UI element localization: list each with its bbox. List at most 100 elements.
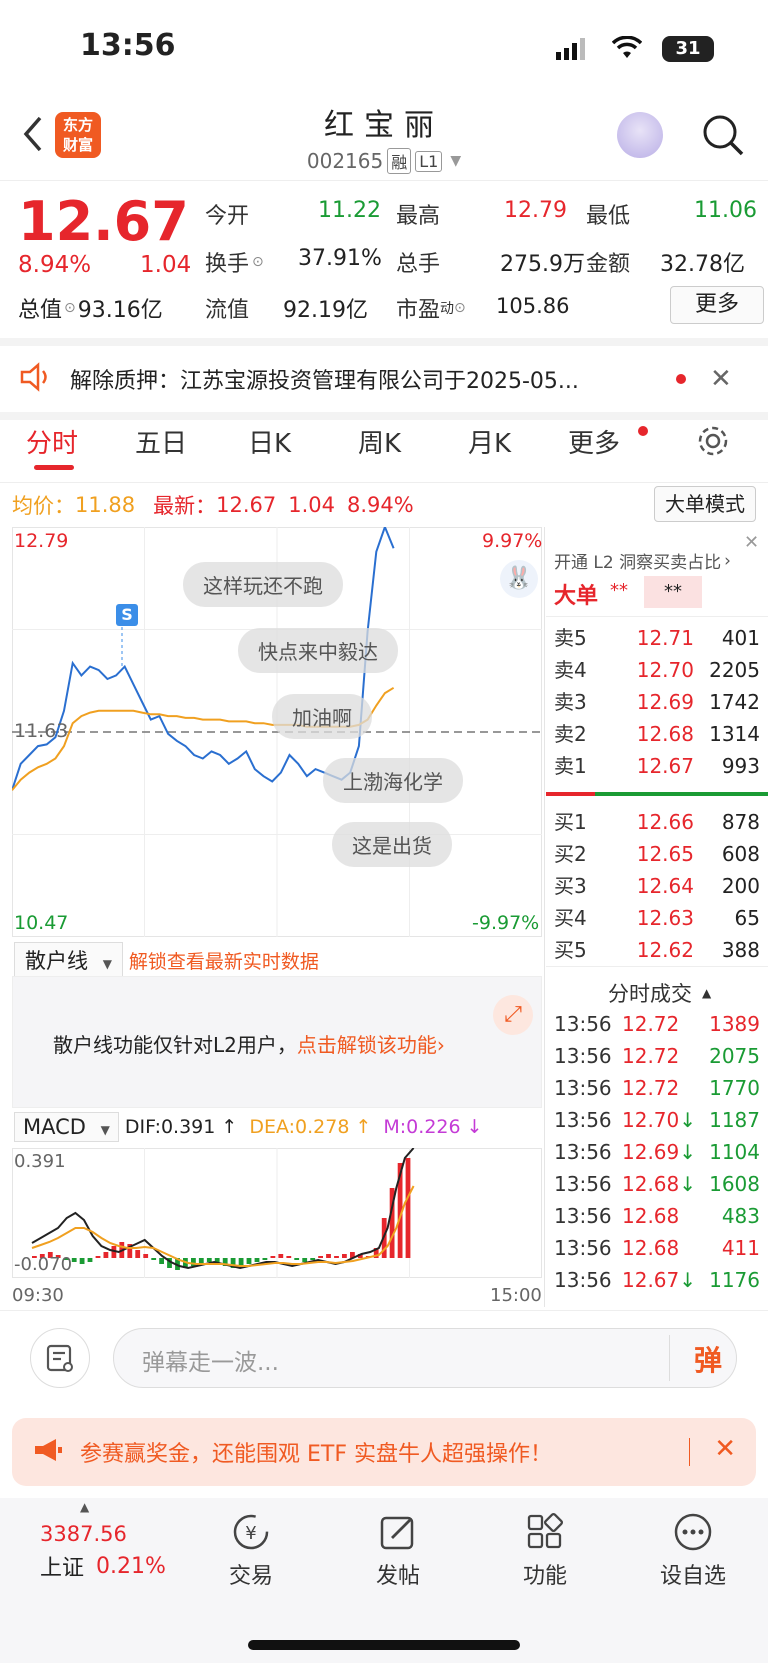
gear-icon: [698, 426, 728, 456]
amount-value: 32.78亿: [660, 252, 745, 277]
index-value: 3387.56: [40, 1522, 127, 1546]
macd-bottom-label: -0.070: [14, 1254, 73, 1275]
order-row: 卖2 12.68 1314: [554, 718, 760, 750]
retail-unlock-hint[interactable]: 解锁查看最新实时数据: [129, 947, 319, 974]
avg-value: 11.88: [75, 493, 136, 517]
tab-more[interactable]: 更多: [568, 423, 620, 460]
ticks-title-text: 分时成交: [608, 982, 692, 1006]
retail-line-panel[interactable]: 散户线功能仅针对L2用户，点击解锁该功能› ⤢: [12, 976, 542, 1108]
macd-dif: DIF:0.391 ↑: [124, 1116, 238, 1138]
l2-hint[interactable]: 开通 L2 洞察买卖占比 ›: [554, 548, 731, 574]
settings-button[interactable]: [696, 424, 730, 462]
close-icon[interactable]: ✕: [714, 1434, 736, 1464]
volume-label: 总手: [396, 252, 441, 277]
nav-trade[interactable]: ¥ 交易: [196, 1512, 306, 1590]
danmaku-bubble: 加油啊: [272, 694, 372, 739]
volume-value: 275.9万: [500, 252, 585, 277]
tab-intraday[interactable]: 分时: [26, 423, 78, 460]
tick-time: 13:56: [554, 1236, 612, 1260]
tick-time: 13:56: [554, 1140, 612, 1164]
signal-s-icon[interactable]: S: [116, 604, 138, 626]
order-volume: 200: [721, 874, 760, 898]
status-time: 13:56: [80, 28, 176, 63]
order-level: 卖4: [554, 658, 587, 682]
low-value: 11.06: [694, 198, 757, 223]
big-order-mode-button[interactable]: 大单模式: [654, 486, 756, 522]
pe-label: 市盈: [396, 298, 441, 323]
tick-volume: 1176: [709, 1268, 760, 1292]
tick-price: 12.72: [622, 1012, 680, 1036]
tab-more-dot: [638, 426, 648, 436]
tab-monthly-k[interactable]: 月K: [468, 423, 511, 460]
tick-volume: 483: [721, 1204, 760, 1228]
nav-post[interactable]: 发帖: [343, 1512, 453, 1590]
tick-row: 13:56 12.68 411: [554, 1232, 760, 1264]
stock-code: 002165: [306, 149, 384, 173]
macd-select[interactable]: MACD ▼: [14, 1112, 119, 1142]
more-quote-button[interactable]: 更多: [670, 286, 764, 324]
down-arrow-icon: ↓: [679, 1268, 697, 1292]
info-icon[interactable]: ⊙: [252, 254, 264, 270]
index-widget[interactable]: 3387.56 上证 0.21%: [40, 1522, 166, 1582]
order-price: 12.69: [636, 690, 694, 714]
retail-line-select[interactable]: 散户线 ▼: [14, 942, 123, 978]
chevron-right-icon: ›: [436, 1033, 445, 1057]
macd-label: MACD: [23, 1115, 86, 1139]
tick-volume: 1608: [709, 1172, 760, 1196]
tab-weekly-k[interactable]: 周K: [358, 423, 401, 460]
high-value: 12.79: [504, 198, 567, 223]
latest-pct: 8.94%: [347, 493, 414, 517]
current-price: 12.67: [18, 190, 189, 253]
macd-dea-line: [31, 1185, 415, 1267]
order-level: 买4: [554, 906, 587, 930]
order-volume: 878: [721, 810, 760, 834]
promo-banner[interactable]: 参赛赢奖金，还能围观 ETF 实盘牛人超强操作！ ✕: [12, 1418, 756, 1486]
order-price: 12.63: [636, 906, 694, 930]
tab-daily-k[interactable]: 日K: [248, 423, 291, 460]
l2-hint-text: 开通 L2 洞察买卖占比: [554, 553, 722, 573]
search-button[interactable]: [700, 112, 746, 158]
danmaku-bubble: 这是出货: [332, 822, 452, 867]
order-price: 12.65: [636, 842, 694, 866]
list-settings-icon: [46, 1344, 73, 1372]
tick-price: 12.69↓: [622, 1140, 697, 1164]
notice-bar[interactable]: 解除质押：江苏宝源投资管理有限公司于2025-05... ✕: [0, 338, 768, 420]
ticks-title[interactable]: 分时成交 ▲: [608, 978, 711, 1008]
tick-row: 13:56 12.72 2075: [554, 1040, 760, 1072]
speaker-icon: [18, 362, 52, 396]
assistant-robot-icon[interactable]: [617, 112, 663, 158]
danmaku-bubble: 这样玩还不跑: [183, 562, 343, 607]
danmaku-bubble: 上渤海化学: [323, 758, 463, 803]
order-price: 12.66: [636, 810, 694, 834]
tick-time: 13:56: [554, 1012, 612, 1036]
float-value: 92.19亿: [283, 298, 368, 323]
mascot-icon[interactable]: 🐰: [500, 560, 538, 598]
down-arrow-icon: ↓: [679, 1140, 697, 1164]
close-icon[interactable]: ✕: [710, 364, 732, 394]
info-icon[interactable]: ⊙: [64, 300, 76, 316]
megaphone-icon: [32, 1436, 64, 1468]
nav-functions[interactable]: 功能: [490, 1512, 600, 1590]
order-level: 买2: [554, 842, 587, 866]
retail-cta[interactable]: 点击解锁该功能: [297, 1033, 437, 1057]
caret-down-icon: ▼: [102, 957, 112, 971]
y-bottom-label: 10.47: [14, 912, 69, 934]
danmaku-send-button[interactable]: 弹: [694, 1339, 722, 1379]
close-icon[interactable]: ✕: [744, 532, 759, 553]
danmaku-input[interactable]: 弹幕走一波... 弹: [113, 1328, 737, 1388]
high-label: 最高: [396, 204, 441, 229]
tab-five-day[interactable]: 五日: [135, 423, 187, 460]
expand-icon[interactable]: ⤢: [493, 995, 533, 1035]
pct-bottom-label: -9.97%: [472, 912, 540, 934]
info-icon[interactable]: ⊙: [454, 300, 466, 316]
buy-orders: 买1 12.66 878 买2 12.65 608 买3 12.64 200 买4 12.63 65 买…: [554, 806, 760, 966]
order-price: 12.64: [636, 874, 694, 898]
retail-desc: 散户线功能仅针对L2用户，: [53, 1033, 297, 1057]
nav-add-watchlist[interactable]: 设自选: [638, 1512, 748, 1590]
danmaku-settings-button[interactable]: [30, 1328, 90, 1388]
macd-bar: [246, 1258, 252, 1264]
order-volume: 993: [721, 754, 760, 778]
macd-chart[interactable]: [12, 1148, 542, 1278]
turnover-label: 换手: [205, 252, 250, 277]
macd-bar: [254, 1258, 260, 1262]
